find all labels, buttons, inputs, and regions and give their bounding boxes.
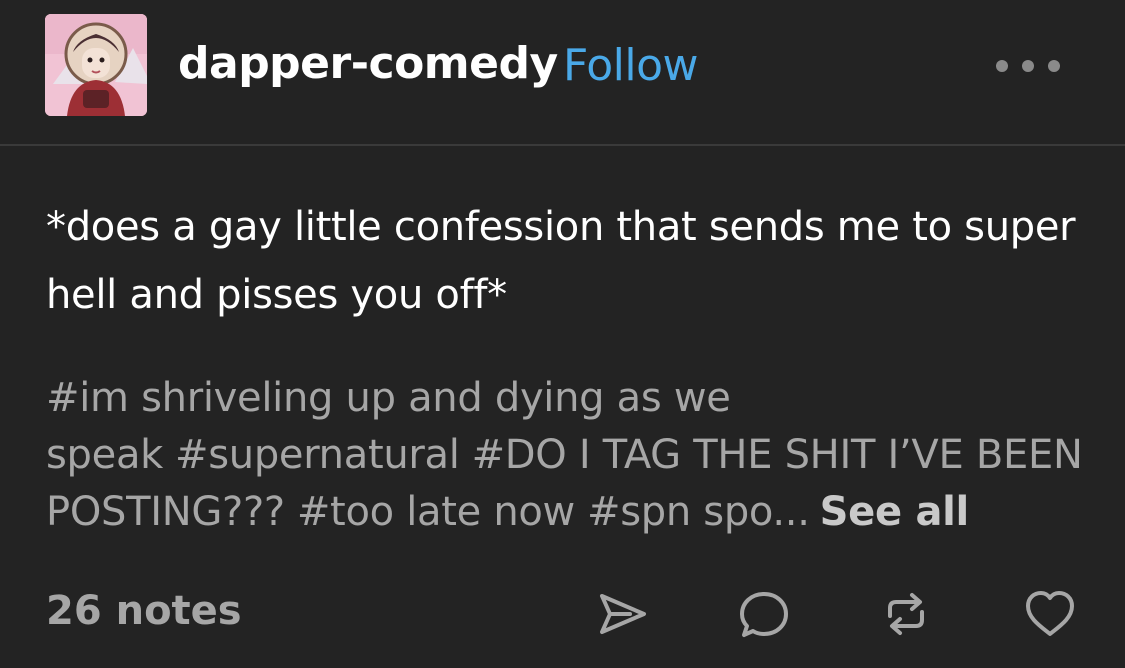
username[interactable]: dapper-comedy (178, 38, 558, 89)
share-send-icon[interactable] (594, 586, 650, 642)
tag[interactable]: #spn spo... (587, 489, 810, 535)
see-all-link[interactable]: See all (820, 489, 970, 535)
dot (996, 60, 1008, 72)
dot (1048, 60, 1060, 72)
reblog-icon[interactable] (878, 586, 934, 642)
tag-list: #im shriveling up and dying as we speak #… (46, 370, 1106, 541)
post-header: dapper-comedy Follow (0, 0, 1125, 146)
avatar[interactable] (45, 14, 147, 116)
tag[interactable]: #too late now (297, 489, 575, 535)
tag[interactable]: #supernatural (175, 432, 460, 478)
heart-icon[interactable] (1022, 586, 1078, 642)
reply-bubble-icon[interactable] (736, 586, 792, 642)
more-options-icon[interactable] (996, 52, 1060, 80)
follow-button[interactable]: Follow (563, 40, 699, 91)
notes-count[interactable]: 26 notes (46, 588, 242, 634)
dot (1022, 60, 1034, 72)
post-body: *does a gay little confession that sends… (46, 204, 1076, 318)
